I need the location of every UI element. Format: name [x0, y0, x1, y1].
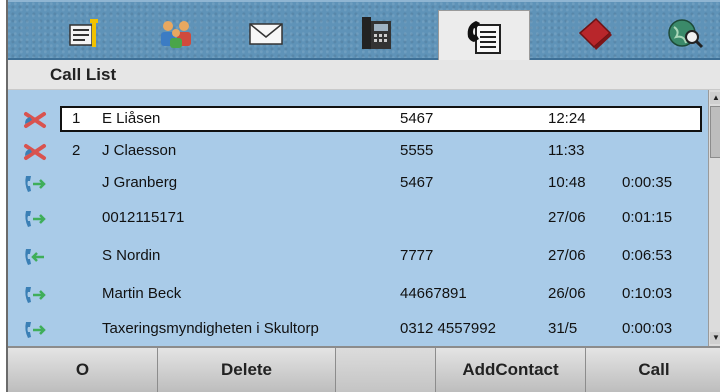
- call-list-row[interactable]: 1 E Liåsen 5467 12:24: [8, 106, 708, 136]
- delete-softkey[interactable]: Delete: [158, 348, 336, 392]
- contact-name: S Nordin: [102, 247, 161, 264]
- scroll-up-arrow-icon[interactable]: ▲: [710, 92, 720, 104]
- call-list: 1 E Liåsen 5467 12:24 2 J Claesson 5555 …: [8, 90, 708, 346]
- call-duration: 0:00:35: [622, 174, 673, 191]
- missed-count: 1: [72, 110, 81, 127]
- outgoing-call-icon: [25, 287, 46, 303]
- call-duration: 0:00:03: [622, 320, 673, 337]
- envelope-icon: [249, 23, 283, 45]
- call-time: 27/06: [548, 247, 586, 264]
- globe-search-icon: [668, 19, 704, 49]
- phone-number: 5467: [400, 174, 434, 191]
- empty-softkey[interactable]: [336, 348, 436, 392]
- scroll-down-arrow-icon[interactable]: ▼: [710, 332, 720, 344]
- add-contact-softkey[interactable]: AddContact: [436, 348, 586, 392]
- tab-network[interactable]: [638, 6, 720, 60]
- missed-call-icon: [24, 144, 46, 160]
- title-bar: Call List: [8, 60, 720, 90]
- phone-number: 0312 4557992: [400, 320, 496, 337]
- settings-icon: [69, 19, 98, 47]
- call-list-row[interactable]: Martin Beck 44667891 26/06 0:10:03: [8, 281, 708, 311]
- call-duration: 0:06:53: [622, 247, 673, 264]
- tab-settings[interactable]: [40, 6, 132, 60]
- list-scrollbar[interactable]: ▲ ▼: [708, 90, 720, 346]
- scroll-thumb[interactable]: [710, 106, 720, 158]
- call-softkey[interactable]: Call: [586, 348, 720, 392]
- call-list-row[interactable]: 0012115171 27/06 0:01:15: [8, 205, 708, 235]
- incoming-call-icon: [25, 249, 44, 265]
- tab-bar: [8, 0, 720, 62]
- contacts-group-icon: [161, 21, 191, 48]
- contact-name: E Liåsen: [102, 110, 161, 127]
- call-time: 12:24: [548, 110, 586, 127]
- contact-name: 0012115171: [102, 209, 185, 226]
- tab-messages[interactable]: [220, 6, 312, 60]
- call-time: 27/06: [548, 209, 586, 226]
- missed-count: 2: [72, 142, 81, 159]
- missed-call-icon: [24, 112, 46, 128]
- contact-name: J Claesson: [102, 142, 177, 159]
- call-list-row[interactable]: J Granberg 5467 10:48 0:00:35: [8, 170, 708, 200]
- contact-name: Martin Beck: [102, 285, 182, 302]
- call-time: 31/5: [548, 320, 578, 337]
- phone-number: 7777: [400, 247, 434, 264]
- call-list-row[interactable]: S Nordin 7777 27/06 0:06:53: [8, 243, 708, 273]
- outgoing-call-icon: [25, 211, 46, 227]
- tab-phone[interactable]: [330, 6, 422, 60]
- call-list-row[interactable]: Taxeringsmyndigheten i Skultorp 0312 455…: [8, 316, 708, 346]
- outgoing-call-icon: [25, 322, 46, 338]
- phone-number: 5555: [400, 142, 434, 159]
- phone-screen: Call List 1 E Liåsen 5467 12:24 2 J Clae…: [6, 0, 720, 392]
- red-book-icon: [578, 17, 612, 50]
- home-softkey[interactable]: O: [8, 348, 158, 392]
- call-time: 11:33: [548, 142, 585, 159]
- call-list-icon: [467, 20, 501, 54]
- phone-number: 44667891: [400, 285, 467, 302]
- contact-name: Taxeringsmyndigheten i Skultorp: [102, 320, 319, 337]
- page-title: Call List: [50, 65, 117, 84]
- tab-call-list[interactable]: [438, 10, 530, 62]
- call-duration: 0:01:15: [622, 209, 673, 226]
- call-time: 10:48: [548, 174, 586, 191]
- tab-phonebook[interactable]: [548, 6, 640, 60]
- outgoing-call-icon: [25, 176, 46, 192]
- call-list-row[interactable]: 2 J Claesson 5555 11:33: [8, 138, 708, 168]
- phone-number: 5467: [400, 110, 434, 127]
- desk-phone-icon: [362, 17, 391, 49]
- call-time: 26/06: [548, 285, 586, 302]
- softkey-bar: O Delete AddContact Call: [8, 346, 720, 392]
- call-duration: 0:10:03: [622, 285, 673, 302]
- contact-name: J Granberg: [102, 174, 178, 191]
- tab-contacts[interactable]: [130, 6, 222, 60]
